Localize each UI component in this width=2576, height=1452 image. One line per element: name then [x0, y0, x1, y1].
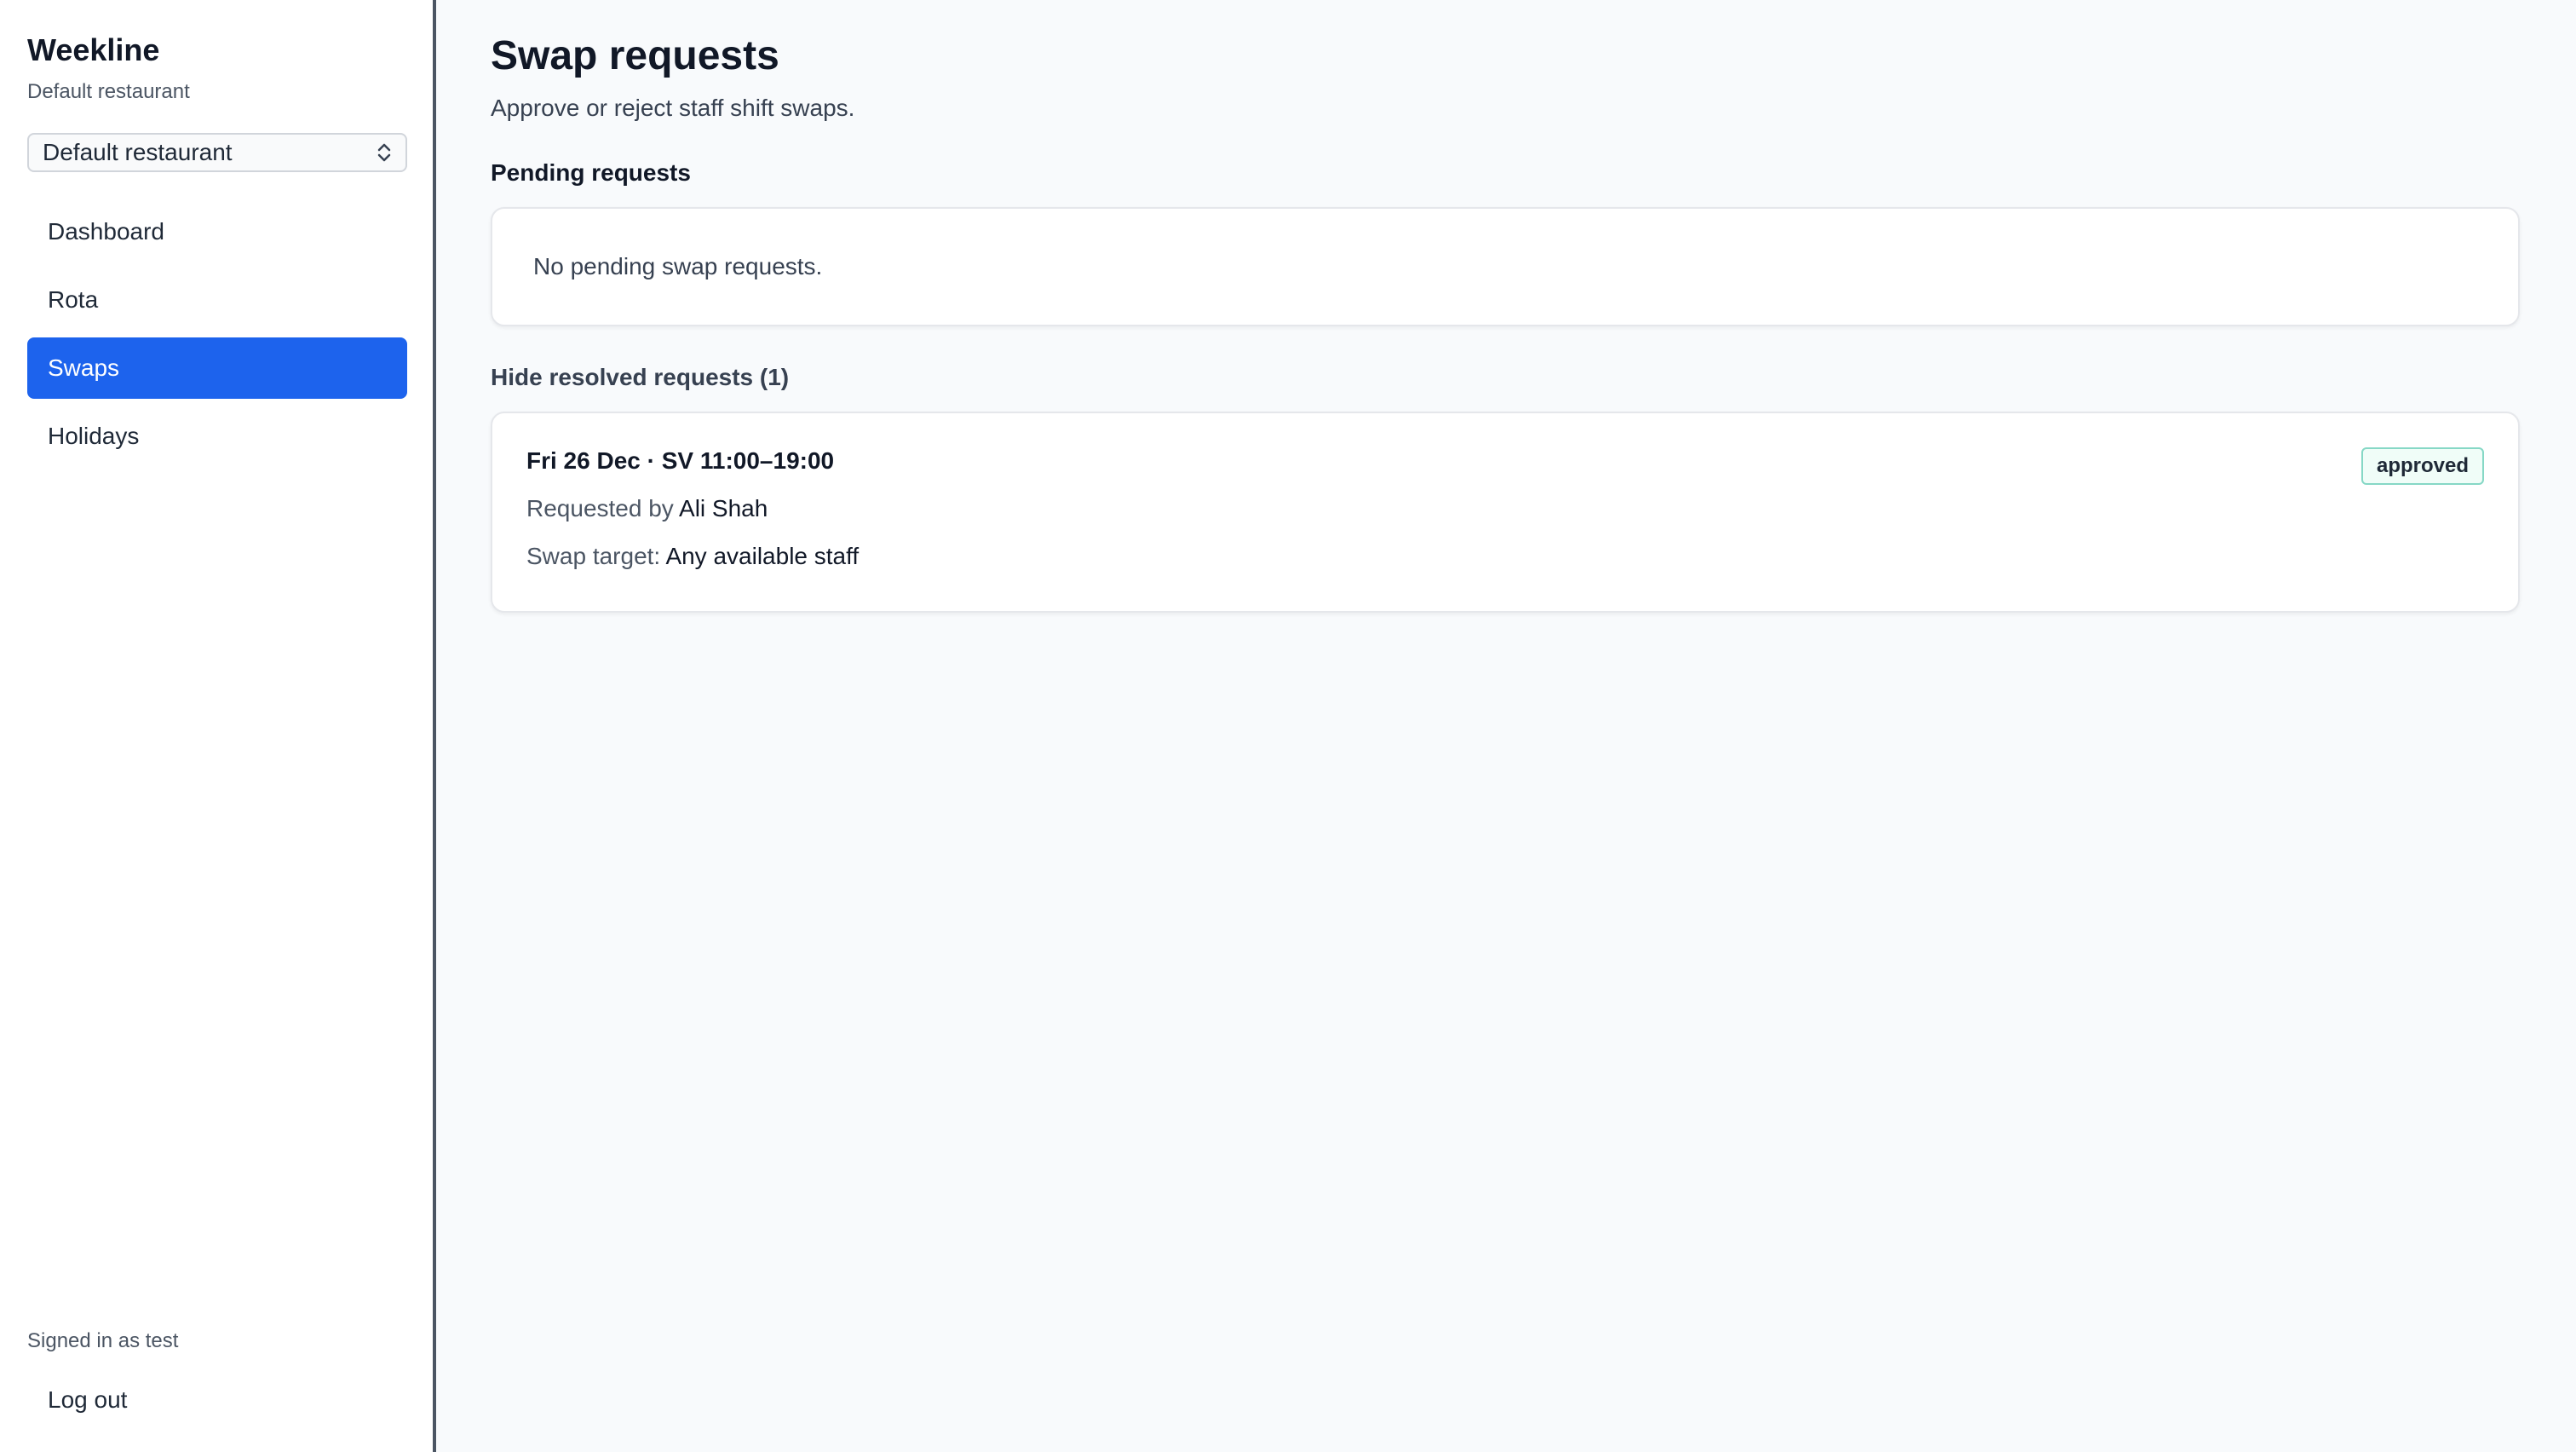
sidebar-item-dashboard[interactable]: Dashboard [27, 201, 407, 262]
page-title: Swap requests [491, 33, 779, 78]
sidebar-item-label: Holidays [48, 423, 140, 449]
sidebar: Weekline Default restaurant Default rest… [0, 0, 436, 1452]
main-content: Swap requests Approve or reject staff sh… [436, 0, 2576, 1452]
page-subtitle: Approve or reject staff shift swaps. [491, 95, 855, 121]
pending-empty-message: No pending swap requests. [533, 253, 823, 279]
sidebar-item-rota[interactable]: Rota [27, 269, 407, 331]
sidebar-nav: Dashboard Rota Swaps Holidays [27, 201, 407, 467]
requested-by-label: Requested by [526, 495, 674, 521]
sidebar-footer: Signed in as test Log out [27, 1329, 407, 1426]
swap-target: Swap target: Any available staff [526, 543, 2484, 570]
pending-card: No pending swap requests. [491, 207, 2520, 326]
logout-button[interactable]: Log out [27, 1374, 407, 1426]
sidebar-item-holidays[interactable]: Holidays [27, 406, 407, 467]
sidebar-item-swaps[interactable]: Swaps [27, 337, 407, 399]
sidebar-item-label: Swaps [48, 354, 120, 381]
restaurant-select[interactable]: Default restaurant [27, 133, 407, 172]
swap-target-value: Any available staff [665, 543, 860, 569]
requested-by: Requested by Ali Shah [526, 495, 2484, 522]
app-subtitle: Default restaurant [27, 80, 190, 103]
signed-in-text: Signed in as test [27, 1329, 179, 1352]
resolved-toggle[interactable]: Hide resolved requests (1) [491, 364, 2520, 391]
sidebar-item-label: Dashboard [48, 218, 164, 245]
app-name: Weekline [27, 32, 160, 67]
sidebar-item-label: Rota [48, 286, 99, 313]
requested-by-value: Ali Shah [679, 495, 768, 521]
restaurant-select-value: Default restaurant [43, 139, 233, 165]
chevron-updown-icon [377, 143, 391, 162]
swap-target-label: Swap target: [526, 543, 661, 569]
resolved-request-card: Fri 26 Dec · SV 11:00–19:00 Requested by… [491, 412, 2520, 613]
request-title: Fri 26 Dec · SV 11:00–19:00 [526, 447, 835, 474]
pending-heading: Pending requests [491, 159, 691, 186]
status-badge: approved [2360, 447, 2484, 485]
